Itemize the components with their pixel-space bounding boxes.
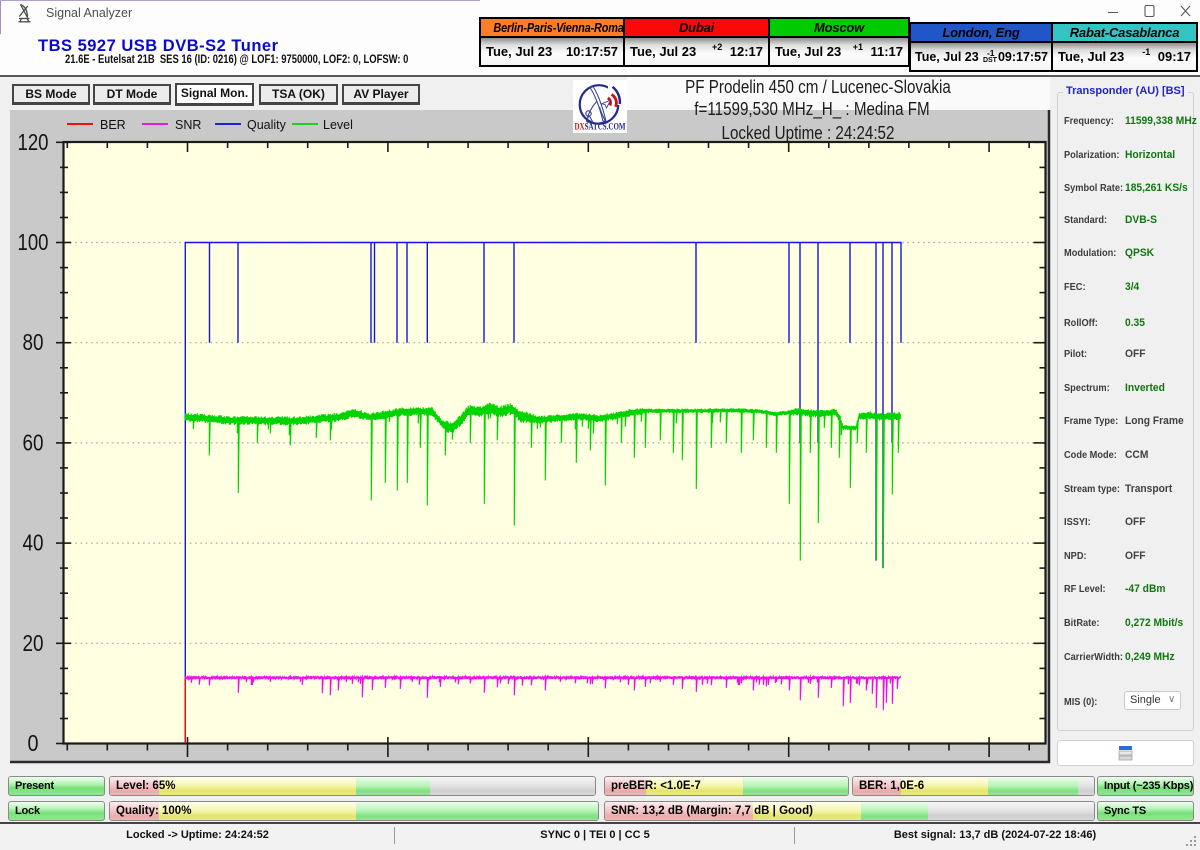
svg-text:40: 40 [23, 530, 44, 556]
svg-text:Level: Level [323, 118, 353, 132]
svg-text:DXSATCS.COM: DXSATCS.COM [575, 122, 626, 132]
svg-text:20: 20 [23, 630, 44, 656]
svg-text:Quality: Quality [247, 118, 287, 132]
svg-text:100: 100 [18, 229, 49, 255]
svg-text:80: 80 [23, 329, 44, 355]
svg-text:BER: BER [100, 118, 126, 132]
svg-text:0: 0 [28, 730, 39, 756]
svg-text:60: 60 [23, 429, 44, 455]
svg-text:SNR: SNR [175, 118, 201, 132]
svg-text:120: 120 [18, 129, 49, 155]
